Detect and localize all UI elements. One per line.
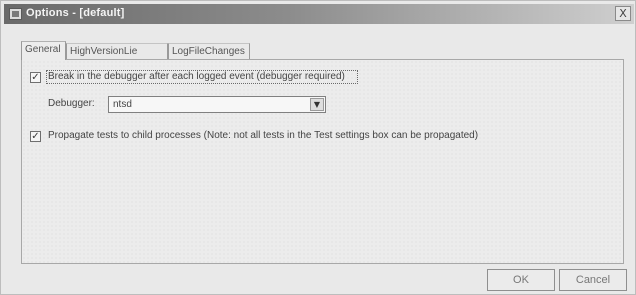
general-tab-panel: ✓ Break in the debugger after each logge… bbox=[21, 59, 624, 264]
propagate-tests-checkbox[interactable]: ✓ bbox=[30, 131, 41, 142]
propagate-tests-label: Propagate tests to child processes (Note… bbox=[48, 130, 479, 141]
debugger-label: Debugger: bbox=[48, 98, 95, 109]
tab-general[interactable]: General bbox=[21, 41, 66, 60]
debugger-select[interactable]: ntsd ▼ bbox=[108, 96, 326, 113]
break-in-debugger-label: Break in the debugger after each logged … bbox=[48, 71, 345, 82]
cancel-button[interactable]: Cancel bbox=[559, 269, 627, 291]
ok-button[interactable]: OK bbox=[487, 269, 555, 291]
debugger-value: ntsd bbox=[113, 99, 132, 110]
close-button[interactable]: X bbox=[615, 6, 631, 21]
tab-logfilechanges[interactable]: LogFileChanges bbox=[168, 43, 250, 59]
tab-highversionlie[interactable]: HighVersionLie bbox=[66, 43, 168, 59]
window-title: Options - [default] bbox=[26, 7, 125, 19]
break-in-debugger-checkbox[interactable]: ✓ bbox=[30, 72, 41, 83]
title-bar[interactable]: Options - [default] X bbox=[4, 4, 634, 24]
options-dialog: Options - [default] X General HighVersio… bbox=[0, 0, 636, 295]
chevron-down-icon[interactable]: ▼ bbox=[310, 98, 324, 111]
app-window-icon bbox=[9, 8, 22, 20]
